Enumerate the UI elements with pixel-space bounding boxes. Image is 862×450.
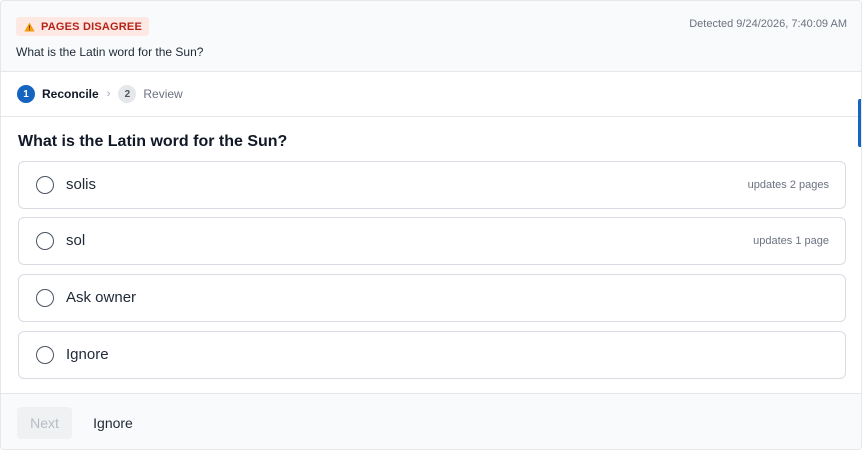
option-sol[interactable]: sol updates 1 page xyxy=(18,217,846,265)
option-solis[interactable]: solis updates 2 pages xyxy=(18,161,846,209)
question-title: What is the Latin word for the Sun? xyxy=(18,133,288,150)
reconcile-panel: PAGES DISAGREE Detected 9/24/2026, 7:40:… xyxy=(0,0,862,450)
step-review[interactable]: 2 Review xyxy=(118,85,183,103)
radio-button[interactable] xyxy=(36,232,54,250)
status-badge: PAGES DISAGREE xyxy=(16,17,150,36)
step-label: Review xyxy=(143,87,183,101)
conflict-header: PAGES DISAGREE Detected 9/24/2026, 7:40:… xyxy=(1,1,861,72)
option-page-count: updates 1 page xyxy=(753,235,829,247)
option-ignore[interactable]: Ignore xyxy=(18,331,846,379)
step-number: 2 xyxy=(118,85,137,103)
option-page-count: updates 2 pages xyxy=(747,179,829,191)
option-label: sol xyxy=(66,232,86,249)
detected-timestamp: Detected 9/24/2026, 7:40:09 AM xyxy=(689,18,847,30)
radio-button[interactable] xyxy=(36,346,54,364)
side-tab-handle[interactable] xyxy=(858,99,861,147)
option-label: Ignore xyxy=(66,346,109,363)
warning-icon xyxy=(24,22,35,32)
option-ask-owner[interactable]: Ask owner xyxy=(18,274,846,322)
status-badge-label: PAGES DISAGREE xyxy=(41,20,143,33)
action-footer: Next Ignore xyxy=(1,393,861,449)
header-question: What is the Latin word for the Sun? xyxy=(16,45,204,59)
step-number: 1 xyxy=(17,85,35,103)
step-label: Reconcile xyxy=(42,87,99,101)
option-label: Ask owner xyxy=(66,289,137,306)
option-label: solis xyxy=(66,176,97,193)
radio-button[interactable] xyxy=(36,176,54,194)
stepper: 1 Reconcile › 2 Review xyxy=(1,72,861,117)
ignore-button[interactable]: Ignore xyxy=(82,407,144,439)
radio-button[interactable] xyxy=(36,289,54,307)
chevron-right-icon: › xyxy=(106,88,111,100)
next-button[interactable]: Next xyxy=(17,407,72,439)
step-reconcile[interactable]: 1 Reconcile xyxy=(17,85,99,103)
